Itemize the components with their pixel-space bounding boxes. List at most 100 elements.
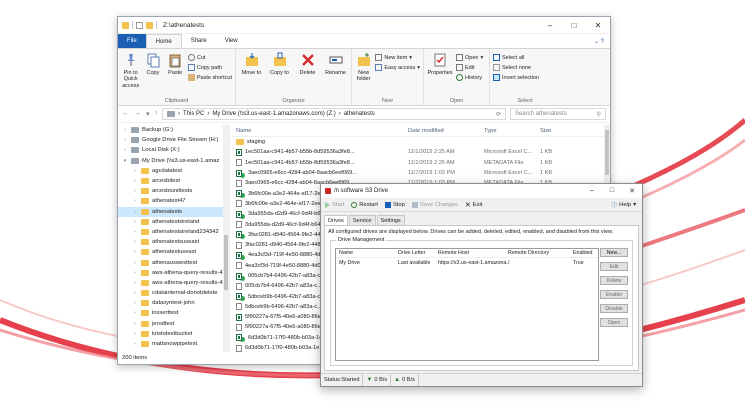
drive-row[interactable]: My Drive Last available https://s3.us-ea… xyxy=(336,258,598,267)
file-row[interactable]: staging xyxy=(230,137,610,147)
nav-item[interactable]: › arcesbitest xyxy=(118,176,229,186)
copy-button[interactable]: Copy xyxy=(143,52,162,95)
file-row[interactable]: 1ec501aa-c941-4b57-b55b-8d59536a3fe8... 1… xyxy=(230,158,610,168)
nav-item[interactable]: › athenatestuseast xyxy=(118,247,229,257)
back-icon[interactable]: ← xyxy=(122,110,129,118)
restart-button[interactable]: Restart xyxy=(351,201,378,208)
pin-button[interactable]: Pin to Quick access xyxy=(121,52,140,95)
new-folder-icon[interactable] xyxy=(146,21,153,29)
expand-chevron-icon[interactable]: › xyxy=(132,168,138,174)
cut-button[interactable]: Cut xyxy=(187,54,232,61)
column-drive-letter[interactable]: Drive Letter xyxy=(398,250,438,256)
properties-icon[interactable] xyxy=(136,21,143,29)
nav-item[interactable]: › Local Disk (X:) xyxy=(118,145,229,155)
enable-drive-button[interactable]: Enable xyxy=(600,290,628,299)
expand-chevron-icon[interactable]: › xyxy=(132,188,138,194)
breadcrumb-my-drive[interactable]: My Drive (\\s3.us-east-1.amazonaws.com) … xyxy=(212,111,335,117)
expand-chevron-icon[interactable]: › xyxy=(132,321,138,327)
properties-button[interactable]: Properties xyxy=(427,52,453,95)
nav-item[interactable]: › athenauswesttest xyxy=(118,257,229,267)
expand-chevron-icon[interactable]: › xyxy=(132,331,138,337)
move-to-button[interactable]: Move to xyxy=(239,52,264,95)
rename-button[interactable]: Rename xyxy=(323,52,348,95)
column-type[interactable]: Type xyxy=(484,128,540,134)
column-date-modified[interactable]: Date modified xyxy=(408,128,484,134)
column-drive-name[interactable]: Name xyxy=(336,250,398,256)
expand-chevron-icon[interactable]: › xyxy=(122,137,128,143)
file-row[interactable]: 1ec501aa-c941-4b57-b55b-8d59536a3fe8... 1… xyxy=(230,147,610,157)
breadcrumb-athenatests[interactable]: athenatests xyxy=(344,111,375,117)
disable-drive-button[interactable]: Disable xyxy=(600,304,628,313)
expand-chevron-icon[interactable]: ▾ xyxy=(122,158,128,164)
start-button[interactable]: Start xyxy=(325,201,344,208)
nav-item[interactable]: › kristotestbucket xyxy=(118,329,229,339)
expand-chevron-icon[interactable]: › xyxy=(132,270,138,276)
nav-item[interactable]: › athenatestsireland234342 xyxy=(118,227,229,237)
column-size[interactable]: Size xyxy=(540,128,570,134)
expand-chevron-icon[interactable]: › xyxy=(132,280,138,286)
edit-button[interactable]: Edit xyxy=(456,64,483,71)
exit-button[interactable]: ✕ Exit xyxy=(465,201,483,209)
refresh-icon[interactable]: ⟳ xyxy=(496,111,501,118)
save-changes-button[interactable]: Save Changes xyxy=(411,201,458,208)
open-button[interactable]: Open ▾ xyxy=(456,54,483,61)
nav-item[interactable]: › athenatestsireland xyxy=(118,217,229,227)
tab-file[interactable]: File xyxy=(118,34,146,48)
tab-drives[interactable]: Drives xyxy=(324,215,348,225)
expand-chevron-icon[interactable]: › xyxy=(132,300,138,306)
maximize-icon[interactable]: □ xyxy=(562,21,586,30)
help-button[interactable]: ⓘ Help ▾ xyxy=(611,200,636,210)
nav-item[interactable]: › aws-athena-query-results-42 xyxy=(118,268,229,278)
expand-chevron-icon[interactable]: › xyxy=(132,178,138,184)
column-remote-host[interactable]: Remote Host xyxy=(438,250,508,256)
nav-item[interactable]: › arcesbiunittests xyxy=(118,186,229,196)
copy-path-button[interactable]: Copy path xyxy=(187,64,232,71)
up-icon[interactable]: ↑ xyxy=(155,110,159,118)
tab-view[interactable]: View xyxy=(216,34,247,48)
column-name[interactable]: Name xyxy=(230,128,408,134)
minimize-icon[interactable]: – xyxy=(582,187,602,195)
copy-to-button[interactable]: Copy to xyxy=(267,52,292,95)
expand-chevron-icon[interactable]: › xyxy=(132,209,138,215)
select-all-button[interactable]: Select all xyxy=(493,54,539,61)
address-bar[interactable]: › This PC › My Drive (\\s3.us-east-1.ama… xyxy=(162,108,506,120)
minimize-icon[interactable]: – xyxy=(538,21,562,30)
nav-item[interactable]: › mattsnowpipetest xyxy=(118,339,229,349)
close-icon[interactable]: ✕ xyxy=(586,21,610,30)
delete-button[interactable]: Delete xyxy=(295,52,320,95)
expand-chevron-icon[interactable]: › xyxy=(132,229,138,235)
new-drive-button[interactable]: New... xyxy=(600,248,628,257)
paste-shortcut-button[interactable]: Paste shortcut xyxy=(187,74,232,81)
expand-chevron-icon[interactable]: › xyxy=(132,239,138,245)
nav-scrollbar[interactable] xyxy=(223,125,229,352)
nav-item[interactable]: › athenatestsuseast xyxy=(118,237,229,247)
open-drive-button[interactable]: Open xyxy=(600,318,628,327)
expand-chevron-icon[interactable]: › xyxy=(132,198,138,204)
column-remote-directory[interactable]: Remote Directory xyxy=(508,250,573,256)
invert-selection-button[interactable]: Invert selection xyxy=(493,74,539,81)
close-icon[interactable]: ✕ xyxy=(622,187,642,195)
file-row[interactable]: 3aec0965-e6cc-4284-ab04-8aacb6eef069... 1… xyxy=(230,168,610,178)
delete-drive-button[interactable]: Delete xyxy=(600,276,628,285)
expand-chevron-icon[interactable]: › xyxy=(122,127,128,133)
history-button[interactable]: History xyxy=(456,74,483,81)
easy-access-button[interactable]: Easy access ▾ xyxy=(375,64,420,71)
navigation-pane[interactable]: › Backup (G:) › Google Drive File Stream (H… xyxy=(118,125,230,352)
expand-chevron-icon[interactable]: › xyxy=(132,310,138,316)
expand-chevron-icon[interactable]: › xyxy=(132,290,138,296)
nav-item[interactable]: › athenatests xyxy=(118,206,229,217)
select-none-button[interactable]: Select none xyxy=(493,64,539,71)
tab-share[interactable]: Share xyxy=(182,34,216,48)
nav-item[interactable]: › Backup (G:) xyxy=(118,125,229,135)
drive-list[interactable]: Name Drive Letter Remote Host Remote Dir… xyxy=(335,248,599,361)
expand-chevron-icon[interactable]: › xyxy=(122,147,128,153)
expand-chevron-icon[interactable]: › xyxy=(132,249,138,255)
nav-item[interactable]: › aws-athena-query-results-42 xyxy=(118,278,229,288)
expand-chevron-icon[interactable]: › xyxy=(132,341,138,347)
edit-drive-button[interactable]: Edit xyxy=(600,262,628,271)
expand-chevron-icon[interactable]: › xyxy=(132,260,138,266)
new-item-button[interactable]: New item ▾ xyxy=(375,54,420,61)
chevron-down-icon[interactable]: ▾ xyxy=(146,110,150,118)
paste-button[interactable]: Paste xyxy=(166,52,185,95)
file-scroll-thumb[interactable] xyxy=(605,130,609,175)
